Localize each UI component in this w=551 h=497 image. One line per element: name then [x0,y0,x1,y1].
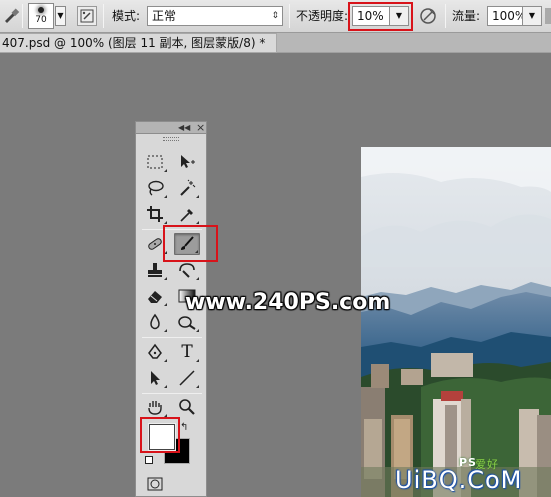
lasso-icon [148,180,164,196]
uibq-text: UiBQ.CoM [395,466,523,494]
mode-value: 正常 [152,9,177,23]
tools-panel-titlebar[interactable]: ◀◀ × [136,122,206,134]
swap-colors-icon[interactable]: ↰ [180,422,188,433]
site-watermark: www.240PS.com [185,290,391,315]
airbrush-icon[interactable] [545,8,551,24]
color-swatch-highlight-box [140,417,180,453]
line-tool[interactable] [174,367,200,389]
brush-preset-picker[interactable]: 70 [28,3,54,29]
path-selection-tool[interactable] [142,367,168,389]
eyedropper-icon [180,209,193,222]
collapse-panel-icon[interactable]: ◀◀ [178,122,190,133]
options-bar: 70 ▼ 模式: 正常 ⇕ 不透明度: 10% ▼ 流量: 100% ▼ [0,0,551,33]
marquee-icon [147,155,163,169]
canvas-image[interactable] [361,147,551,497]
type-tool-icon: T [181,342,193,362]
stamp-icon [148,263,162,277]
document-tab-title: 407.psd @ 100% (图层 11 副本, 图层蒙版/8) * [2,36,266,50]
brush-preset-dropdown[interactable]: ▼ [55,6,66,26]
pen-icon [148,343,162,359]
opacity-slider-button[interactable]: ▼ [389,6,409,26]
landscape-photo [361,147,551,497]
chevron-updown-icon: ⇕ [271,11,279,21]
horizontal-type-tool[interactable]: T [174,341,200,363]
mode-label: 模式: [112,9,141,23]
quick-mask-button[interactable] [142,473,168,495]
move-tool[interactable] [174,151,200,173]
rectangular-marquee-tool[interactable] [142,151,168,173]
zoom-tool[interactable] [174,396,200,418]
toggle-brush-panel-button[interactable] [77,6,97,26]
document-tab[interactable]: 407.psd @ 100% (图层 11 副本, 图层蒙版/8) * [0,33,277,53]
flow-label: 流量: [452,9,481,23]
crop-tool[interactable] [142,203,168,225]
brush-tool-highlight-box [163,225,218,262]
magic-wand-icon [180,179,196,196]
flow-slider-button[interactable]: ▼ [522,6,542,26]
eraser-tool[interactable] [142,285,168,307]
panel-grip[interactable] [136,134,206,142]
brush-tip-icon [38,7,44,13]
blur-drop-icon [150,313,160,330]
uibq-watermark: UiBQ.CoM PS 爱好 [395,456,523,494]
direct-selection-arrow-icon [151,371,160,385]
brush-size-value: 70 [35,15,47,25]
eraser-icon [148,291,162,303]
close-panel-icon[interactable]: × [196,122,205,133]
tool-preset-picker-icon[interactable] [2,6,22,26]
quick-mask-icon [147,477,163,491]
dodge-icon [178,316,196,330]
opacity-value: 10% [357,9,384,23]
magnifier-icon [179,399,195,415]
opacity-input[interactable]: 10% [352,6,390,26]
brush-panel-icon [80,9,94,23]
hand-tool[interactable] [142,396,168,418]
magic-wand-tool[interactable] [174,177,200,199]
history-brush-tool[interactable] [174,259,200,281]
opacity-label: 不透明度: [296,9,349,23]
tab-strip [277,33,551,53]
history-brush-icon [179,263,195,278]
pen-tool[interactable] [142,341,168,363]
clone-stamp-tool[interactable] [142,259,168,281]
flow-input[interactable]: 100% [487,6,526,26]
bandage-icon [148,238,162,250]
lasso-tool[interactable] [142,177,168,199]
hand-icon [148,401,162,415]
blur-tool[interactable] [142,311,168,333]
default-colors-icon[interactable] [145,456,153,464]
mode-select[interactable]: 正常 ⇕ [147,6,283,26]
aihao-text: 爱好 [475,458,499,471]
pressure-opacity-icon[interactable] [418,6,438,26]
crop-icon [147,206,163,222]
line-icon [179,370,195,386]
eyedropper-tool[interactable] [174,203,200,225]
move-icon [181,155,195,168]
